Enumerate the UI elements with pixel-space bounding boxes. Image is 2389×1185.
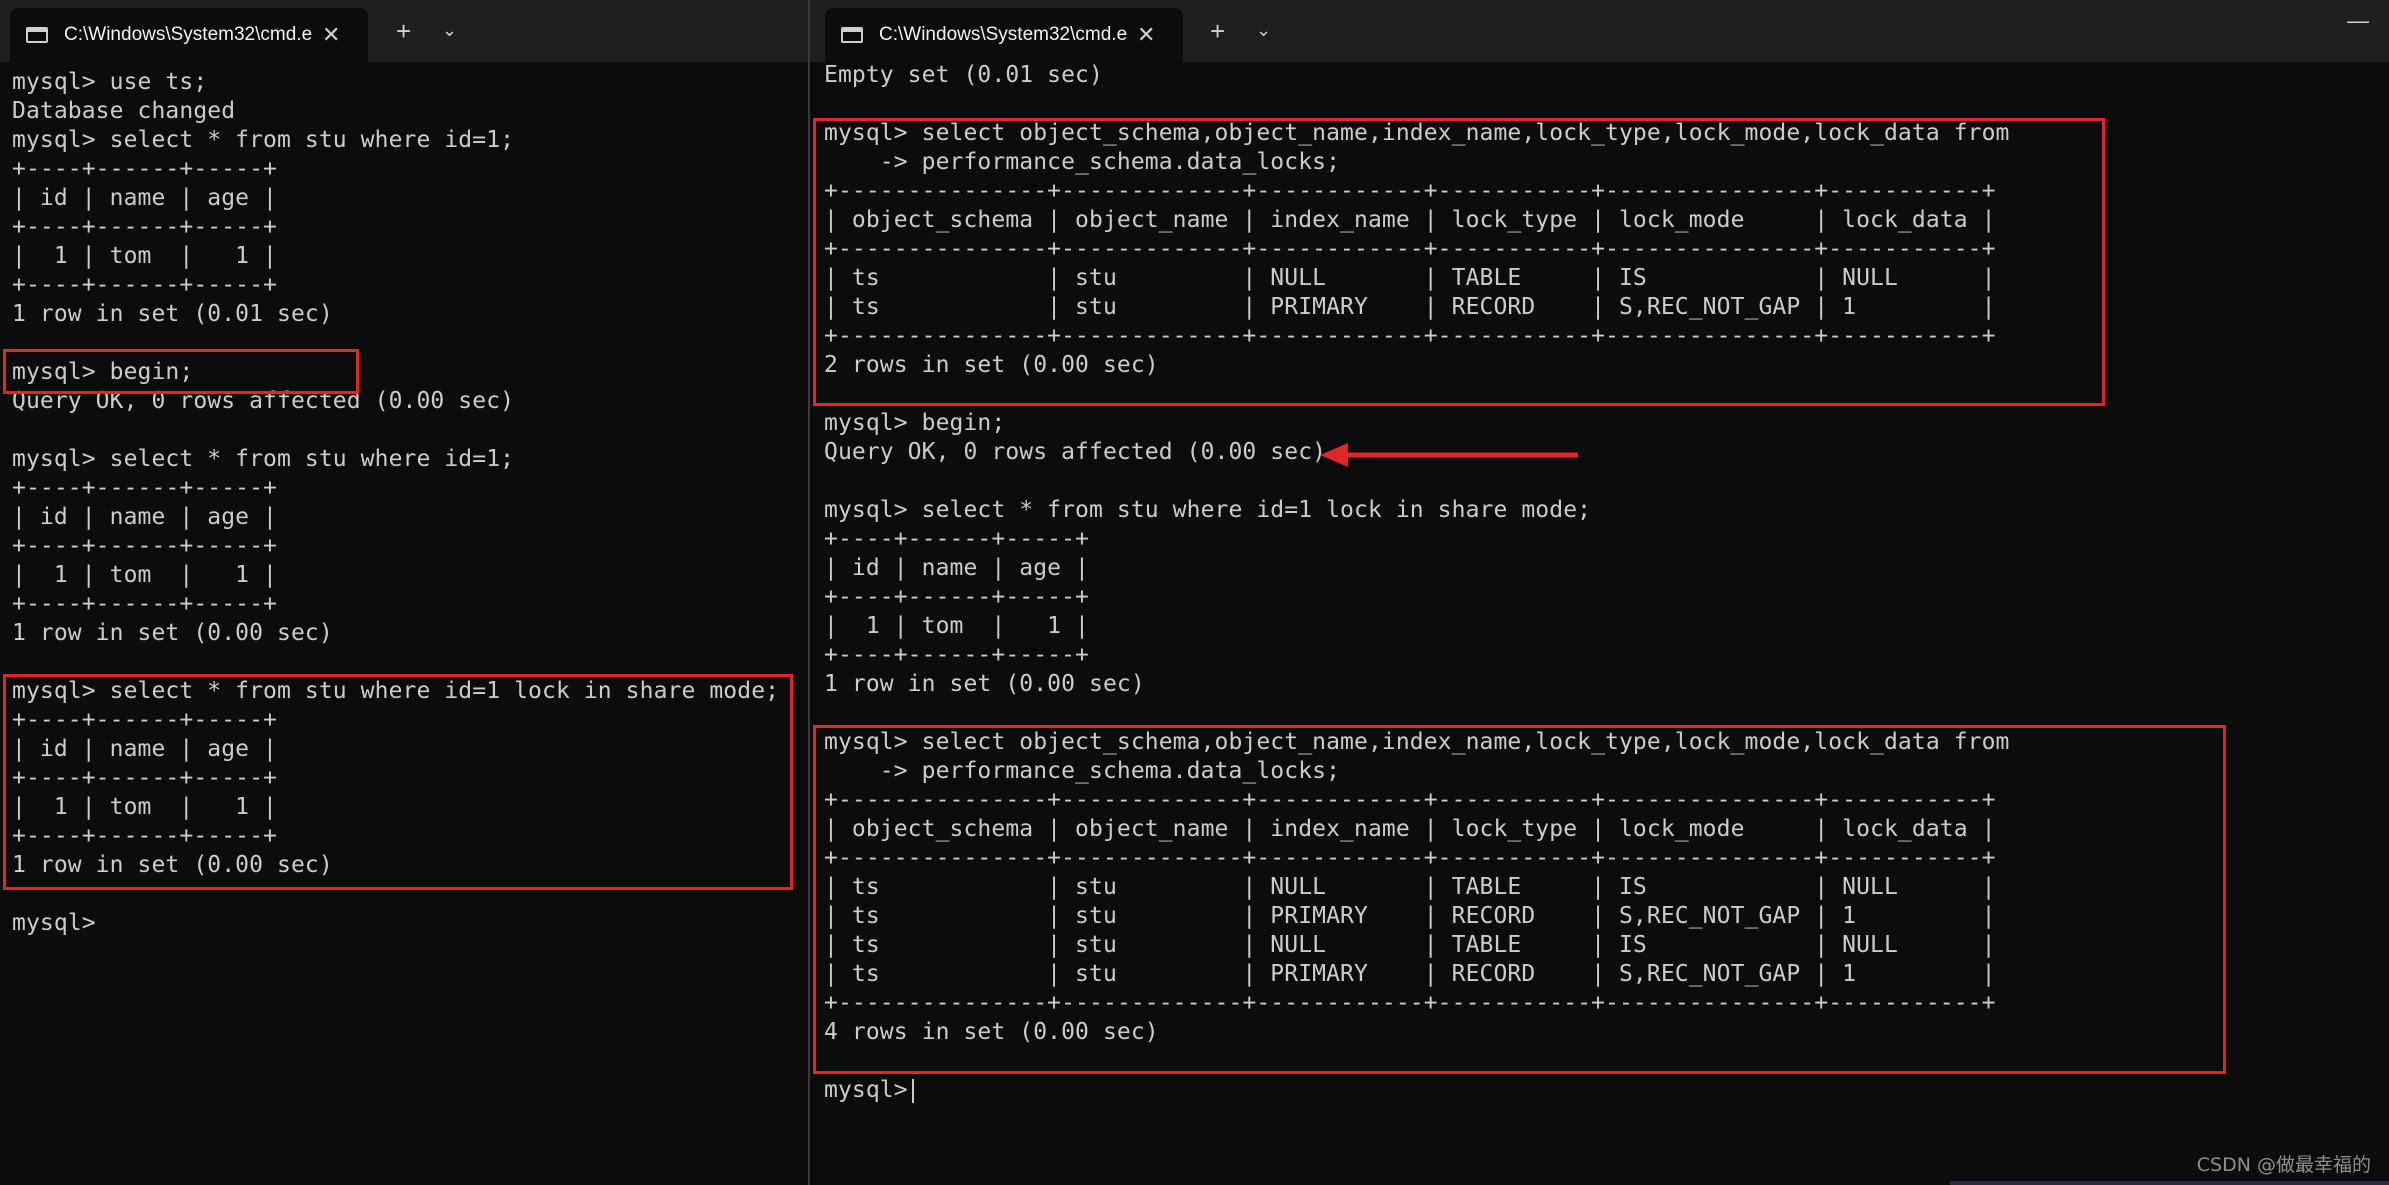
terminal-line: Empty set (0.01 sec) [824, 62, 1103, 88]
terminal-line: | ts | stu | NULL | TABLE | IS | NULL | [824, 265, 1996, 291]
close-tab-icon[interactable]: ✕ [322, 22, 340, 48]
minimize-button[interactable]: — [2347, 8, 2369, 34]
tab-dropdown-chevron-icon[interactable]: ⌄ [442, 20, 457, 41]
right-title-bar: C:\Windows\System32\cmd.e ✕ + ⌄ — [810, 0, 2389, 62]
close-tab-icon[interactable]: ✕ [1137, 22, 1155, 48]
terminal-line: +---------------+-------------+---------… [824, 178, 1996, 204]
terminal-line: | 1 | tom | 1 | [12, 243, 277, 269]
terminal-line: | ts | stu | NULL | TABLE | IS | NULL | [824, 874, 1996, 900]
right-cmd-tab[interactable]: C:\Windows\System32\cmd.e ✕ [825, 8, 1183, 62]
left-terminal-output[interactable]: mysql> use ts; Database changed mysql> sel… [12, 68, 808, 938]
terminal-line: mysql> select object_schema,object_name,… [824, 120, 2010, 146]
taskbar-strip [1950, 1181, 2389, 1185]
new-tab-button[interactable]: + [396, 18, 411, 44]
terminal-line: mysql> select * from stu where id=1 lock… [824, 497, 1592, 523]
tab-dropdown-chevron-icon[interactable]: ⌄ [1256, 20, 1271, 41]
terminal-line: Query OK, 0 rows affected (0.00 sec) [824, 439, 1327, 465]
terminal-line: mysql> begin; [12, 359, 194, 385]
terminal-line: | object_schema | object_name | index_na… [824, 207, 1996, 233]
right-tab-title: C:\Windows\System32\cmd.e [879, 24, 1128, 45]
terminal-line: | 1 | tom | 1 | [824, 613, 1089, 639]
terminal-line: +---------------+-------------+---------… [824, 845, 1996, 871]
terminal-line: 1 row in set (0.01 sec) [12, 301, 333, 327]
terminal-line: | object_schema | object_name | index_na… [824, 816, 1996, 842]
terminal-line: +----+------+-----+ [12, 707, 277, 733]
terminal-line: mysql> [12, 910, 96, 936]
terminal-line: 4 rows in set (0.00 sec) [824, 1019, 1159, 1045]
terminal-line: | id | name | age | [12, 504, 277, 530]
terminal-line: | ts | stu | NULL | TABLE | IS | NULL | [824, 932, 1996, 958]
terminal-line: +---------------+-------------+---------… [824, 236, 1996, 262]
terminal-line: +---------------+-------------+---------… [824, 323, 1996, 349]
terminal-line: mysql> select * from stu where id=1; [12, 127, 515, 153]
terminal-line: 1 row in set (0.00 sec) [12, 852, 333, 878]
new-tab-button[interactable]: + [1210, 18, 1225, 44]
text-cursor [911, 1078, 914, 1103]
terminal-line: mysql> begin; [824, 410, 1006, 436]
right-terminal-window: C:\Windows\System32\cmd.e ✕ + ⌄ — Empty … [808, 0, 2389, 1185]
terminal-line: +----+------+-----+ [12, 156, 277, 182]
terminal-line: +----+------+-----+ [12, 533, 277, 559]
terminal-line: +----+------+-----+ [12, 765, 277, 791]
terminal-line: mysql> [824, 1076, 2389, 1105]
terminal-line: Query OK, 0 rows affected (0.00 sec) [12, 388, 515, 414]
terminal-line: | id | name | age | [12, 736, 277, 762]
right-terminal-output[interactable]: Empty set (0.01 sec) mysql> select object… [824, 61, 2389, 1105]
terminal-line: 1 row in set (0.00 sec) [12, 620, 333, 646]
terminal-line: -> performance_schema.data_locks; [824, 149, 1341, 175]
terminal-line: +---------------+-------------+---------… [824, 990, 1996, 1016]
terminal-line: | 1 | tom | 1 | [12, 562, 277, 588]
terminal-line: mysql> select * from stu where id=1 lock… [12, 678, 780, 704]
terminal-line: | ts | stu | PRIMARY | RECORD | S,REC_NO… [824, 903, 1996, 929]
red-arrow-annotation [1320, 443, 1578, 467]
terminal-line: +----+------+-----+ [824, 584, 1089, 610]
terminal-line: +----+------+-----+ [824, 526, 1089, 552]
terminal-line: | ts | stu | PRIMARY | RECORD | S,REC_NO… [824, 961, 1996, 987]
left-tab-title: C:\Windows\System32\cmd.e [64, 24, 313, 45]
terminal-icon [841, 27, 863, 43]
terminal-line: +----+------+-----+ [12, 214, 277, 240]
terminal-line: -> performance_schema.data_locks; [824, 758, 1341, 784]
terminal-line: +----+------+-----+ [12, 591, 277, 617]
terminal-line: | id | name | age | [12, 185, 277, 211]
terminal-line: +---------------+-------------+---------… [824, 787, 1996, 813]
left-terminal-window: C:\Windows\System32\cmd.e ✕ + ⌄ mysql> u… [0, 0, 808, 1185]
csdn-watermark: CSDN @做最幸福的 [2196, 1154, 2371, 1176]
terminal-line: +----+------+-----+ [12, 475, 277, 501]
terminal-line: +----+------+-----+ [12, 823, 277, 849]
terminal-line: | ts | stu | PRIMARY | RECORD | S,REC_NO… [824, 294, 1996, 320]
terminal-line: 2 rows in set (0.00 sec) [824, 352, 1159, 378]
terminal-line: mysql> select object_schema,object_name,… [824, 729, 2010, 755]
terminal-line: | 1 | tom | 1 | [12, 794, 277, 820]
terminal-line: +----+------+-----+ [824, 642, 1089, 668]
left-title-bar: C:\Windows\System32\cmd.e ✕ + ⌄ [0, 0, 808, 62]
terminal-line: Database changed [12, 98, 236, 124]
terminal-line: +----+------+-----+ [12, 272, 277, 298]
terminal-line: mysql> use ts; [12, 69, 208, 95]
terminal-line: 1 row in set (0.00 sec) [824, 671, 1145, 697]
terminal-icon [26, 27, 48, 43]
terminal-line: | id | name | age | [824, 555, 1089, 581]
terminal-line: mysql> select * from stu where id=1; [12, 446, 515, 472]
left-cmd-tab[interactable]: C:\Windows\System32\cmd.e ✕ [10, 8, 368, 62]
red-arrow-head [1320, 443, 1348, 467]
